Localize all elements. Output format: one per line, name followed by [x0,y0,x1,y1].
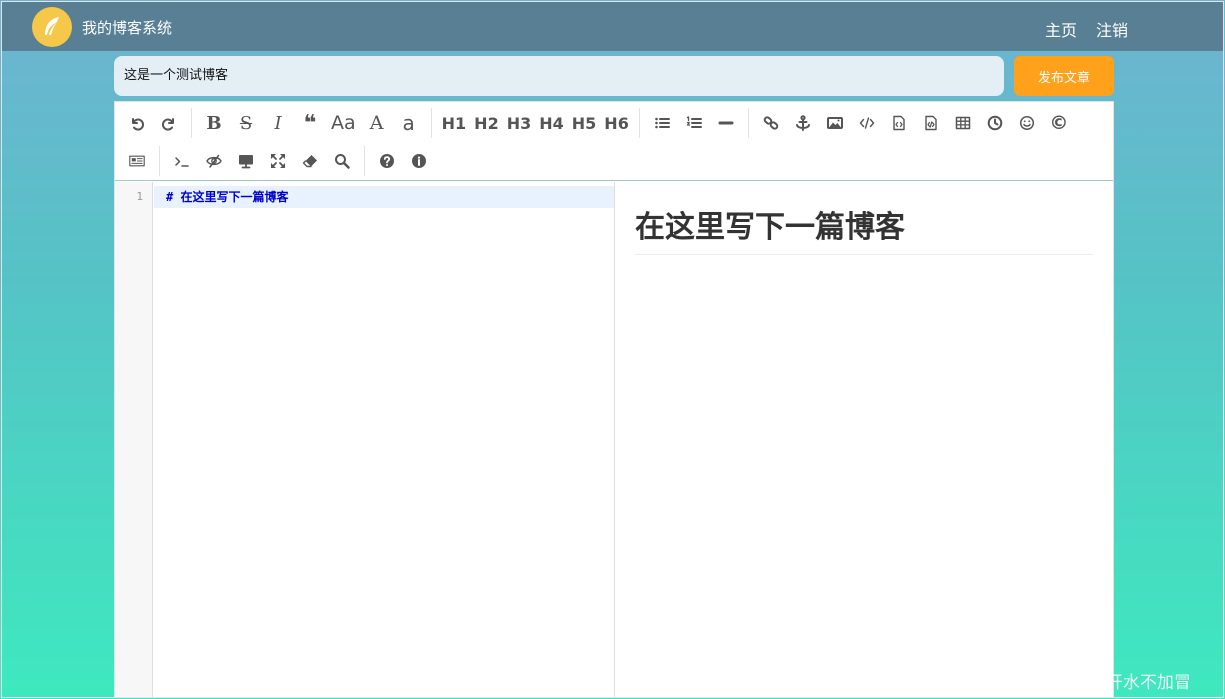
copyright-icon[interactable]: © [1044,108,1074,138]
toolbar-row-1: B S I ❝ Aa Aa H1 H2 H3 H4 H5 H6 © [121,104,1075,142]
watermark: CSDN @白开水不加冒 [1018,673,1191,693]
search-icon[interactable] [327,146,357,176]
editor-toolbar: B S I ❝ Aa Aa H1 H2 H3 H4 H5 H6 © [115,102,1113,181]
toolbar-separator [747,108,749,138]
toolbar-separator [364,146,365,176]
undo-icon[interactable] [122,108,152,138]
strikethrough-icon[interactable]: S [231,108,261,138]
toolbar-row-2 [121,142,435,180]
horizontal-rule-icon[interactable] [711,108,741,138]
code-line[interactable]: # 在这里写下一篇博客 [154,186,614,208]
info-icon[interactable] [404,146,434,176]
line-number: 1 [136,190,143,203]
preview-heading: 在这里写下一篇博客 [635,202,1093,255]
bold-icon[interactable]: B [199,108,229,138]
lowercase-icon[interactable]: a [394,108,424,138]
preformatted-code-icon[interactable] [884,108,914,138]
nav-link-home[interactable]: 主页 [1045,17,1077,41]
code-icon[interactable] [852,108,882,138]
markdown-editor: B S I ❝ Aa Aa H1 H2 H3 H4 H5 H6 © 1 # 在这里写下一篇博客 在这里写… [114,101,1114,698]
redo-icon[interactable] [154,108,184,138]
publish-button[interactable]: 发布文章 [1014,56,1114,96]
h5-button[interactable]: H5 [569,108,600,138]
markdown-source[interactable]: # 在这里写下一篇博客 [154,182,614,697]
line-number-gutter: 1 [115,182,153,697]
logo [32,7,72,47]
emoji-icon[interactable] [1012,108,1042,138]
ordered-list-icon[interactable] [679,108,709,138]
desktop-icon[interactable] [231,146,261,176]
code-block-icon[interactable] [916,108,946,138]
toolbar-separator [159,146,160,176]
help-icon[interactable] [372,146,402,176]
feather-icon [45,17,59,35]
link-icon[interactable] [756,108,786,138]
uppercase-icon[interactable]: A [362,108,392,138]
toolbar-separator [191,108,192,138]
unordered-list-icon[interactable] [647,108,677,138]
quote-icon[interactable]: ❝ [295,108,325,138]
clock-icon[interactable] [980,108,1010,138]
blog-title-input[interactable] [114,56,1004,96]
h4-button[interactable]: H4 [536,108,567,138]
nav-link-logout[interactable]: 注销 [1096,17,1128,41]
h3-button[interactable]: H3 [504,108,535,138]
eraser-icon[interactable] [295,146,325,176]
site-title: 我的博客系统 [82,19,173,37]
toolbar-separator [430,108,432,138]
table-icon[interactable] [948,108,978,138]
image-icon[interactable] [820,108,850,138]
case-icon[interactable]: Aa [327,108,360,138]
italic-icon[interactable]: I [263,108,293,138]
top-nav: 我的博客系统 主页 注销 [1,1,1224,51]
h2-button[interactable]: H2 [471,108,502,138]
markdown-preview: 在这里写下一篇博客 [615,182,1113,697]
h6-button[interactable]: H6 [601,108,632,138]
eye-slash-icon[interactable] [199,146,229,176]
h1-button[interactable]: H1 [439,108,470,138]
pagebreak-icon[interactable] [122,146,152,176]
fullscreen-icon[interactable] [263,146,293,176]
toolbar-separator [638,108,640,138]
anchor-icon[interactable] [788,108,818,138]
terminal-icon[interactable] [167,146,197,176]
